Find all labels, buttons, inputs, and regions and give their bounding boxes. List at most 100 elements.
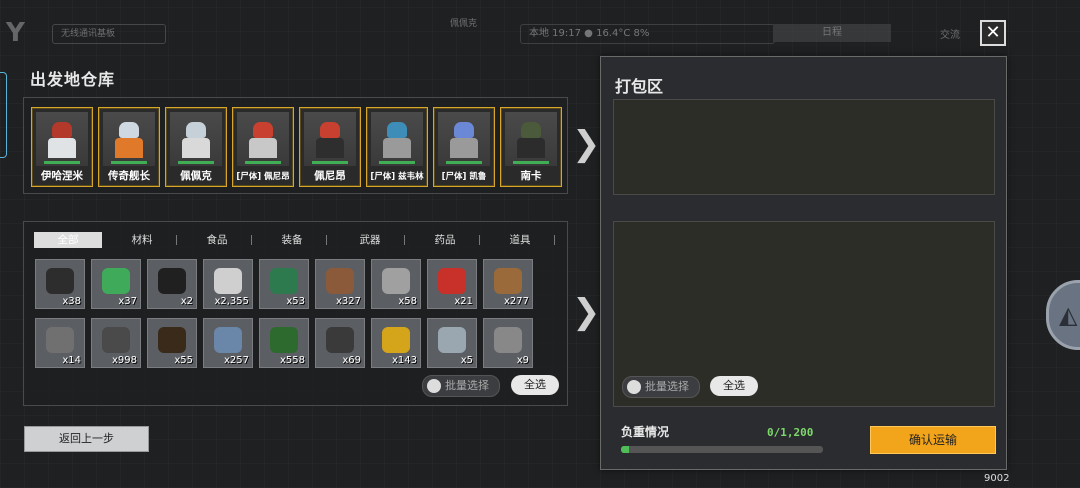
character-card[interactable]: [尸体] 凯鲁 [433,107,495,187]
character-name: [尸体] 佩尼昂 [236,172,290,182]
character-hair [119,122,139,138]
character-card[interactable]: 南卡 [500,107,562,187]
character-health-bar [44,161,80,164]
inventory-item[interactable]: x143 [371,318,421,368]
character-portrait [371,112,423,166]
item-count: x9 [516,355,529,366]
item-icon [158,268,186,294]
character-health-bar [513,161,549,164]
character-card[interactable]: 佩尼昂 [299,107,361,187]
inventory-item[interactable]: x37 [91,259,141,309]
inventory-item[interactable]: x14 [35,318,85,368]
character-health-bar [245,161,281,164]
character-card[interactable]: 传奇舰长 [98,107,160,187]
inventory-item[interactable]: x21 [427,259,477,309]
tab-5[interactable]: 药品 [417,232,473,248]
confirm-transport-button[interactable]: 确认运输 [870,426,996,454]
item-count: x257 [223,355,249,366]
inventory-item[interactable]: x55 [147,318,197,368]
item-icon [382,268,410,294]
character-body [182,138,210,158]
inventory-item[interactable]: x58 [371,259,421,309]
select-all-button[interactable]: 全选 [511,375,559,395]
character-portrait [304,112,356,166]
inventory-item[interactable]: x558 [259,318,309,368]
item-count: x55 [174,355,193,366]
inventory-item[interactable]: x998 [91,318,141,368]
inventory-panel: 批量选择 全选 全部 材料 食品 装备 武器 药品 道具 x38 x37 x2 x2,355 x53 x… [23,221,568,406]
batch-select-toggle[interactable]: 批量选择 [422,375,500,397]
item-icon [326,268,354,294]
packing-select-all-button[interactable]: 全选 [710,376,758,396]
inventory-item[interactable]: x2 [147,259,197,309]
character-list: 伊哈涅米 传奇舰长 佩佩克 [尸体] 佩尼昂 佩尼昂 [尸体] 兹韦林 [尸体] 凯鲁 南卡 [23,97,568,194]
tab-separator [479,235,480,245]
back-button[interactable]: 返回上一步 [24,426,149,452]
item-icon [46,268,74,294]
packed-items-area[interactable]: 批量选择 全选 [613,221,995,407]
inventory-item[interactable]: x9 [483,318,533,368]
packed-characters-area[interactable] [613,99,995,195]
character-health-bar [379,161,415,164]
character-name: [尸体] 兹韦林 [370,172,424,182]
character-card[interactable]: [尸体] 兹韦林 [366,107,428,187]
packing-batch-select-toggle[interactable]: 批量选择 [622,376,700,398]
item-count: x998 [111,355,137,366]
schedule-button[interactable]: 日程 [773,24,891,42]
tab-6[interactable]: 道具 [492,232,548,248]
character-card[interactable]: 佩佩克 [165,107,227,187]
inventory-item[interactable]: x2,355 [203,259,253,309]
packing-panel: 打包区 批量选择 全选 负重情况 0/1,200 确认运输 [600,56,1007,470]
tab-1[interactable]: 材料 [114,232,170,248]
region-select[interactable]: 无线通讯基板 [52,24,166,44]
departure-warehouse-title: 出发地仓库 [30,70,116,89]
character-portrait [36,112,88,166]
character-health-bar [312,161,348,164]
character-name: 传奇舰长 [108,170,150,182]
item-count: x2 [180,296,193,307]
left-edge-tab[interactable] [0,72,7,158]
item-count: x21 [454,296,473,307]
item-icon [214,327,242,353]
move-items-arrow-icon[interactable]: ❯ [572,292,601,332]
character-name: 佩尼昂 [314,170,346,182]
inventory-item[interactable]: x327 [315,259,365,309]
close-button[interactable]: ✕ [980,20,1006,46]
inventory-item[interactable]: x53 [259,259,309,309]
item-icon [382,327,410,353]
tab-separator [404,235,405,245]
inventory-item[interactable]: x277 [483,259,533,309]
item-icon [270,268,298,294]
character-portrait [170,112,222,166]
load-label: 负重情况 [621,425,670,439]
character-card[interactable]: [尸体] 佩尼昂 [232,107,294,187]
item-icon [494,268,522,294]
inventory-item[interactable]: x5 [427,318,477,368]
character-portrait [505,112,557,166]
character-body [383,138,411,158]
move-characters-arrow-icon[interactable]: ❯ [572,124,601,164]
inventory-item[interactable]: x257 [203,318,253,368]
character-health-bar [446,161,482,164]
inventory-item[interactable]: x69 [315,318,365,368]
load-value: 0/1,200 [767,426,814,439]
character-portrait [237,112,289,166]
character-body [316,138,344,158]
character-card[interactable]: 伊哈涅米 [31,107,93,187]
center-label: 佩佩克 [450,19,478,29]
item-count: x37 [118,296,137,307]
character-name: [尸体] 凯鲁 [441,172,487,182]
item-icon [438,327,466,353]
load-progress-fill [621,446,630,453]
tab-3[interactable]: 装备 [264,232,320,248]
tab-0[interactable]: 全部 [34,232,102,248]
character-body [450,138,478,158]
item-count: x277 [503,296,529,307]
packing-title: 打包区 [615,77,664,96]
exchange-label[interactable]: 交流 [940,26,960,41]
character-body [48,138,76,158]
item-icon [102,327,130,353]
tab-2[interactable]: 食品 [189,232,245,248]
inventory-item[interactable]: x38 [35,259,85,309]
tab-4[interactable]: 武器 [342,232,398,248]
